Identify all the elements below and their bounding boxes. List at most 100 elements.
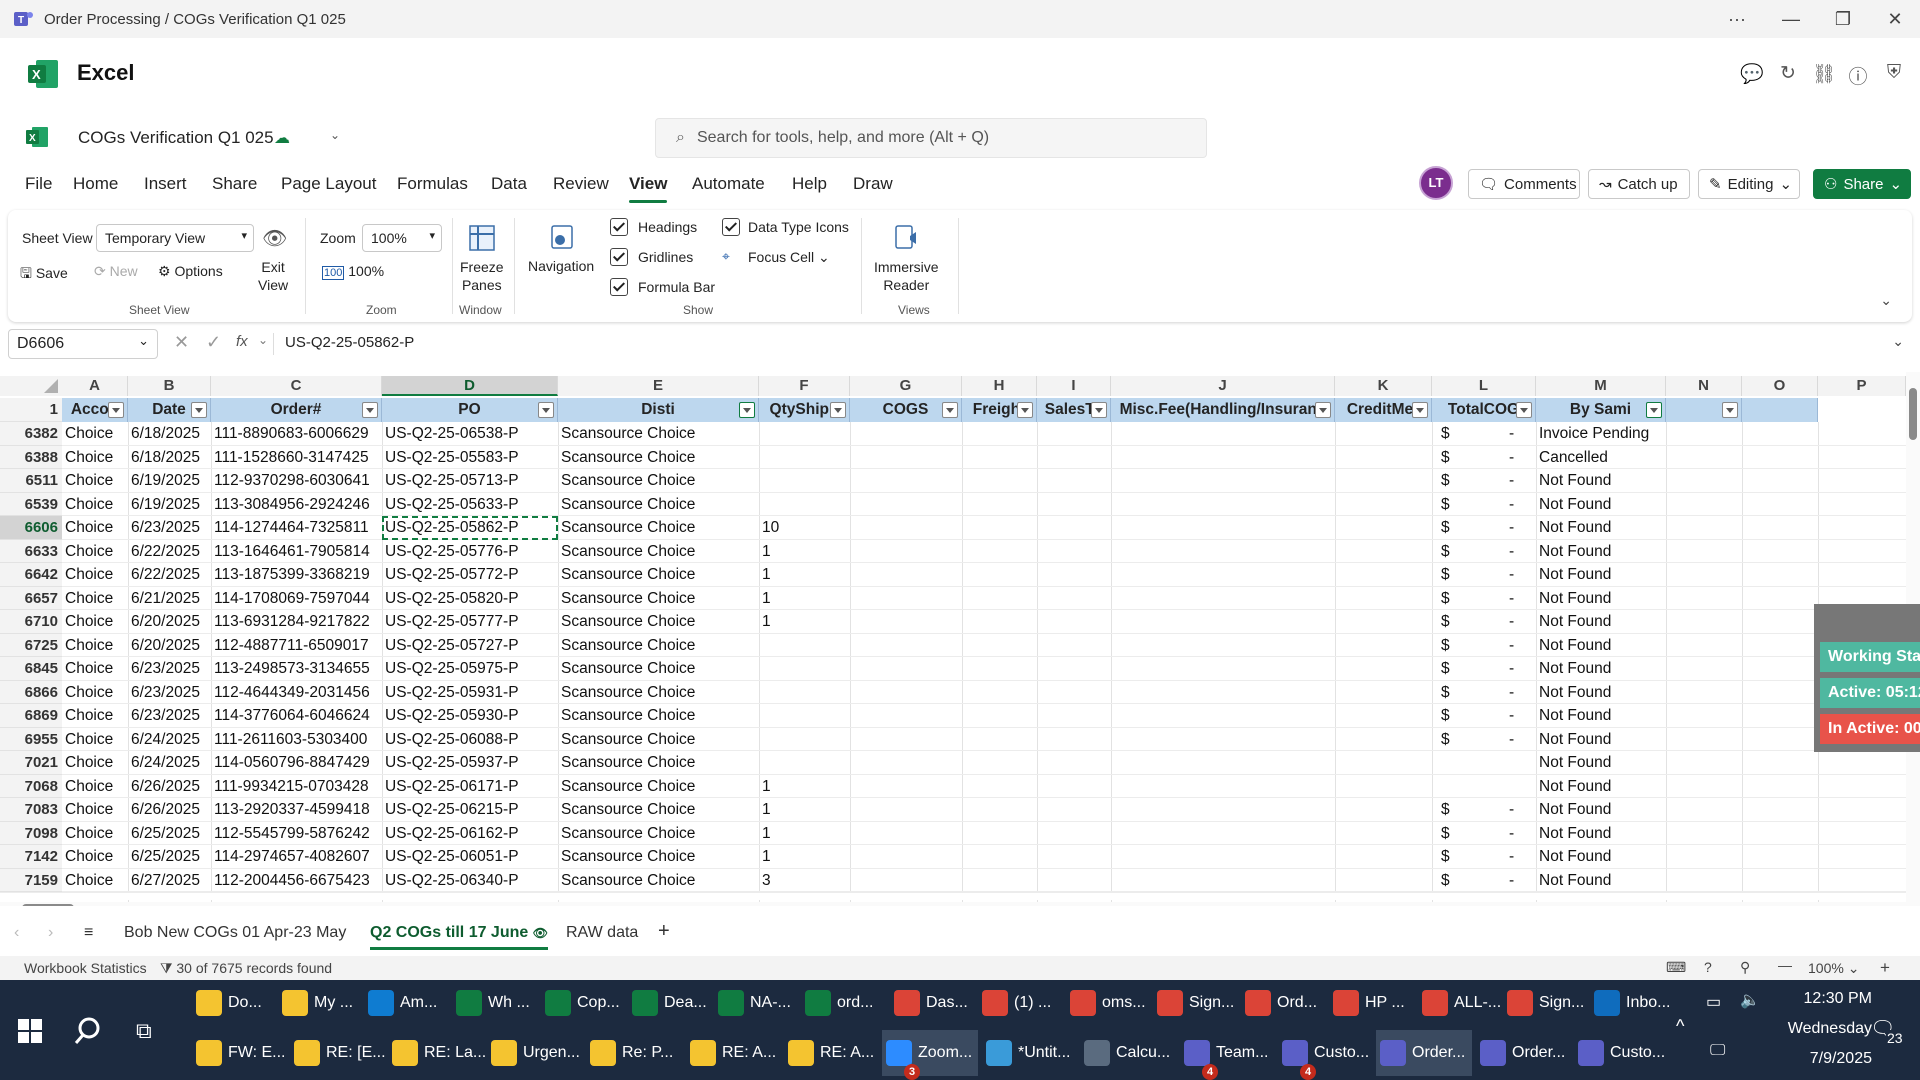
table-cell[interactable]: - [1506,728,1526,752]
table-cell[interactable]: US-Q2-25-06162-P [382,822,558,846]
table-cell[interactable]: 114-1274464-7325811 [211,516,382,540]
table-cell[interactable]: US-Q2-25-05937-P [382,751,558,775]
table-cell[interactable]: - [1506,563,1526,587]
table-cell[interactable]: 113-6931284-9217822 [211,610,382,634]
sheet-tab[interactable]: Bob New COGs 01 Apr-23 May [124,924,346,942]
table-cell[interactable]: Scansource Choice [558,681,759,705]
row-header[interactable]: 7068 [0,774,62,798]
table-cell[interactable]: $ [1438,446,1458,470]
table-cell[interactable]: Choice [62,634,128,658]
row-header[interactable]: 7159 [0,868,62,892]
tab-file[interactable]: File [25,174,52,194]
row-header[interactable]: 6511 [0,469,62,493]
table-cell[interactable]: 6/20/2025 [128,610,211,634]
table-cell[interactable]: $ [1438,681,1458,705]
status-cell[interactable]: Not Found [1536,775,1666,799]
vertical-scroll-thumb[interactable] [1909,388,1917,440]
catch-up-button[interactable]: ↝ Catch up [1588,169,1690,199]
table-cell[interactable]: US-Q2-25-06171-P [382,775,558,799]
table-cell[interactable]: 113-1875399-3368219 [211,563,382,587]
info-icon[interactable]: ⓘ [1846,62,1870,88]
table-cell[interactable]: 114-3776064-6046624 [211,704,382,728]
table-cell[interactable]: Scansource Choice [558,869,759,893]
table-cell[interactable]: Choice [62,704,128,728]
table-cell[interactable]: - [1506,422,1526,446]
table-cell[interactable]: Choice [62,540,128,564]
table-cell[interactable]: Choice [62,587,128,611]
table-cell[interactable]: US-Q2-25-05633-P [382,493,558,517]
table-cell[interactable]: US-Q2-25-06215-P [382,798,558,822]
row-header[interactable]: 6710 [0,610,62,634]
data-type-icons-checkbox[interactable] [722,218,740,236]
table-cell[interactable]: $ [1438,493,1458,517]
table-cell[interactable]: 113-2498573-3134655 [211,657,382,681]
table-cell[interactable]: $ [1438,587,1458,611]
table-cell[interactable]: Choice [62,845,128,869]
table-cell[interactable]: 113-3084956-2924246 [211,493,382,517]
table-cell[interactable]: - [1506,516,1526,540]
column-header-c[interactable]: C [211,376,382,396]
tab-insert[interactable]: Insert [144,174,187,194]
table-cell[interactable]: Scansource Choice [558,751,759,775]
table-cell[interactable]: US-Q2-25-05583-P [382,446,558,470]
table-cell[interactable]: Scansource Choice [558,822,759,846]
headings-checkbox[interactable] [610,218,628,236]
focus-cell-button[interactable]: Focus Cell ⌄ [748,249,830,266]
filter-dropdown-button[interactable] [1315,402,1331,418]
table-cell[interactable]: 114-1708069-7597044 [211,587,382,611]
table-cell[interactable]: 1 [759,845,850,869]
table-cell[interactable]: 112-4887711-6509017 [211,634,382,658]
sheet-tab-active[interactable]: Q2 COGs till 17 June 👁 [370,924,548,950]
row-header[interactable]: 7021 [0,751,62,775]
table-cell[interactable]: 111-1528660-3147425 [211,446,382,470]
table-cell[interactable]: US-Q2-25-05931-P [382,681,558,705]
table-cell[interactable]: Choice [62,563,128,587]
table-cell[interactable]: 1 [759,587,850,611]
table-cell[interactable]: US-Q2-25-05772-P [382,563,558,587]
zoom-100-button[interactable]: 100 100% [322,263,384,280]
table-cell[interactable] [759,493,850,517]
table-cell[interactable] [1506,775,1526,799]
column-header-m[interactable]: M [1536,376,1666,396]
taskbar-app[interactable]: Do... [192,980,278,1026]
table-cell[interactable] [759,681,850,705]
chevron-down-icon[interactable]: ⌄ [330,128,340,142]
table-cell[interactable]: Choice [62,869,128,893]
table-cell[interactable]: - [1506,540,1526,564]
table-cell[interactable]: 6/23/2025 [128,681,211,705]
options-button[interactable]: ⚙ Options [158,263,223,280]
table-cell[interactable]: 6/18/2025 [128,422,211,446]
row-header[interactable]: 6725 [0,633,62,657]
table-cell[interactable]: 6/26/2025 [128,775,211,799]
tab-review[interactable]: Review [553,174,609,194]
filter-dropdown-button[interactable] [1722,402,1738,418]
status-cell[interactable]: Not Found [1536,657,1666,681]
document-name[interactable]: COGs Verification Q1 025 [78,128,274,148]
status-cell[interactable]: Not Found [1536,845,1666,869]
table-cell[interactable]: Choice [62,822,128,846]
table-cell[interactable]: 6/19/2025 [128,493,211,517]
formula-bar-checkbox[interactable] [610,278,628,296]
filter-dropdown-button[interactable] [1516,402,1532,418]
column-header-a[interactable]: A [62,376,128,396]
tab-automate[interactable]: Automate [692,174,765,194]
table-cell[interactable]: 6/19/2025 [128,469,211,493]
taskbar-app[interactable]: ALL-... [1418,980,1504,1026]
table-cell[interactable]: 6/22/2025 [128,540,211,564]
table-cell[interactable]: 112-5545799-5876242 [211,822,382,846]
table-cell[interactable]: - [1506,704,1526,728]
table-cell[interactable]: Scansource Choice [558,446,759,470]
table-cell[interactable] [759,469,850,493]
table-cell[interactable]: 111-2611603-5303400 [211,728,382,752]
formula-value[interactable]: US-Q2-25-05862-P [285,334,414,351]
table-cell[interactable]: $ [1438,657,1458,681]
status-cell[interactable]: Not Found [1536,540,1666,564]
taskbar-app[interactable]: Urgen... [487,1030,583,1076]
insert-function-button[interactable]: fx [236,333,248,350]
table-cell[interactable]: 1 [759,775,850,799]
taskbar-app[interactable]: RE: A... [686,1030,782,1076]
table-cell[interactable] [1438,751,1458,775]
table-cell[interactable]: 114-0560796-8847429 [211,751,382,775]
status-cell[interactable]: Invoice Pending [1536,422,1666,446]
taskbar-app[interactable]: Das... [890,980,976,1026]
